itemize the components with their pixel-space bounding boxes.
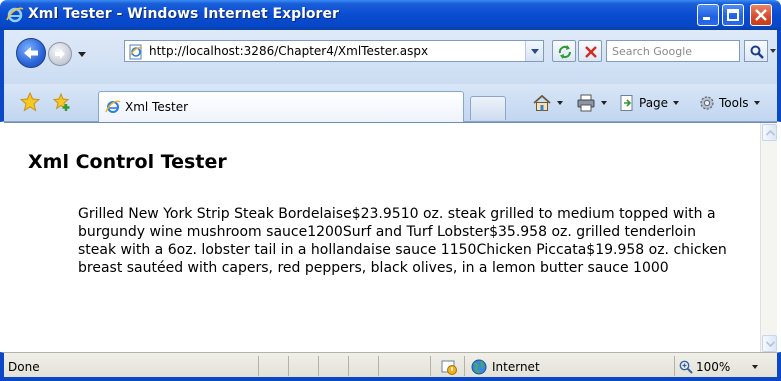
maximize-icon bbox=[727, 9, 739, 21]
search-button[interactable] bbox=[744, 40, 768, 62]
tools-menu-dropdown-icon bbox=[753, 101, 760, 105]
status-divider bbox=[430, 356, 431, 376]
status-divider bbox=[378, 356, 379, 376]
navigation-bar: http://localhost:3286/Chapter4/XmlTester… bbox=[0, 30, 781, 84]
chevron-down-icon bbox=[766, 341, 775, 347]
page-menu-icon bbox=[620, 95, 633, 111]
home-icon bbox=[533, 94, 551, 111]
close-button[interactable] bbox=[750, 4, 772, 26]
scroll-down-button[interactable] bbox=[762, 335, 777, 352]
minimize-button[interactable] bbox=[697, 4, 719, 26]
search-placeholder: Search Google bbox=[612, 45, 693, 58]
status-divider bbox=[258, 356, 259, 376]
print-button[interactable] bbox=[576, 92, 607, 114]
forward-arrow-icon bbox=[55, 49, 65, 59]
ie-logo-icon bbox=[6, 7, 24, 23]
address-url[interactable]: http://localhost:3286/Chapter4/XmlTester… bbox=[149, 44, 428, 58]
printer-icon bbox=[577, 94, 595, 112]
status-divider bbox=[464, 356, 465, 376]
search-options-dropdown-icon[interactable] bbox=[770, 49, 776, 53]
forward-button[interactable] bbox=[48, 42, 72, 66]
title-bar: Xml Tester - Windows Internet Explorer bbox=[0, 0, 781, 30]
refresh-button[interactable] bbox=[552, 40, 576, 62]
close-icon bbox=[755, 9, 767, 21]
tools-menu-button[interactable]: Tools bbox=[698, 92, 760, 114]
print-dropdown-icon[interactable] bbox=[601, 101, 607, 105]
zoom-level[interactable]: 100% bbox=[696, 360, 730, 374]
vertical-scrollbar[interactable] bbox=[760, 123, 777, 353]
status-bar: Done Internet 100% bbox=[0, 352, 781, 381]
maximize-button[interactable] bbox=[722, 4, 744, 26]
address-dropdown-button[interactable] bbox=[525, 41, 543, 61]
page-menu-label: Page bbox=[639, 96, 669, 110]
chevron-up-icon bbox=[766, 130, 775, 136]
window-title: Xml Tester - Windows Internet Explorer bbox=[28, 6, 339, 22]
gear-icon bbox=[700, 96, 714, 110]
minimize-icon bbox=[703, 17, 710, 20]
refresh-icon bbox=[558, 45, 571, 59]
status-divider bbox=[288, 356, 289, 376]
address-bar[interactable]: http://localhost:3286/Chapter4/XmlTester… bbox=[124, 40, 544, 62]
home-button[interactable] bbox=[532, 92, 563, 114]
add-favorites-icon[interactable] bbox=[52, 92, 72, 112]
back-button[interactable] bbox=[16, 38, 46, 68]
page-menu-button[interactable]: Page bbox=[618, 92, 680, 114]
status-text: Done bbox=[8, 360, 40, 374]
scroll-up-button[interactable] bbox=[762, 124, 777, 141]
tab-label: Xml Tester bbox=[125, 100, 189, 114]
ie-page-icon bbox=[105, 100, 121, 113]
new-tab-button[interactable] bbox=[470, 96, 506, 120]
xml-output-text: Grilled New York Strip Steak Bordelaise$… bbox=[78, 206, 727, 276]
security-zone-label[interactable]: Internet bbox=[492, 360, 540, 374]
home-dropdown-icon[interactable] bbox=[557, 101, 563, 105]
internet-zone-globe-icon[interactable] bbox=[470, 358, 488, 376]
stop-button[interactable] bbox=[578, 40, 602, 62]
zoom-magnifier-icon[interactable] bbox=[678, 359, 694, 375]
page-menu-dropdown-icon bbox=[673, 101, 680, 105]
status-divider bbox=[348, 356, 349, 376]
stop-icon bbox=[585, 46, 597, 58]
zoom-dropdown-icon[interactable] bbox=[752, 365, 758, 369]
search-icon bbox=[750, 45, 764, 59]
protected-mode-icon[interactable] bbox=[440, 358, 458, 376]
tools-menu-label: Tools bbox=[719, 96, 749, 110]
page-icon bbox=[129, 44, 143, 60]
page-title: Xml Control Tester bbox=[28, 151, 227, 173]
back-arrow-icon bbox=[24, 47, 38, 59]
tab-bar: Xml Tester Page Tools bbox=[0, 84, 781, 122]
tab-xml-tester[interactable]: Xml Tester bbox=[98, 91, 464, 122]
favorites-star-icon[interactable] bbox=[20, 92, 40, 112]
history-dropdown-icon[interactable] bbox=[78, 52, 86, 57]
page-content: Xml Control Tester Grilled New York Stri… bbox=[4, 122, 777, 353]
status-divider bbox=[318, 356, 319, 376]
status-divider bbox=[674, 356, 675, 376]
search-input[interactable]: Search Google bbox=[606, 40, 740, 62]
